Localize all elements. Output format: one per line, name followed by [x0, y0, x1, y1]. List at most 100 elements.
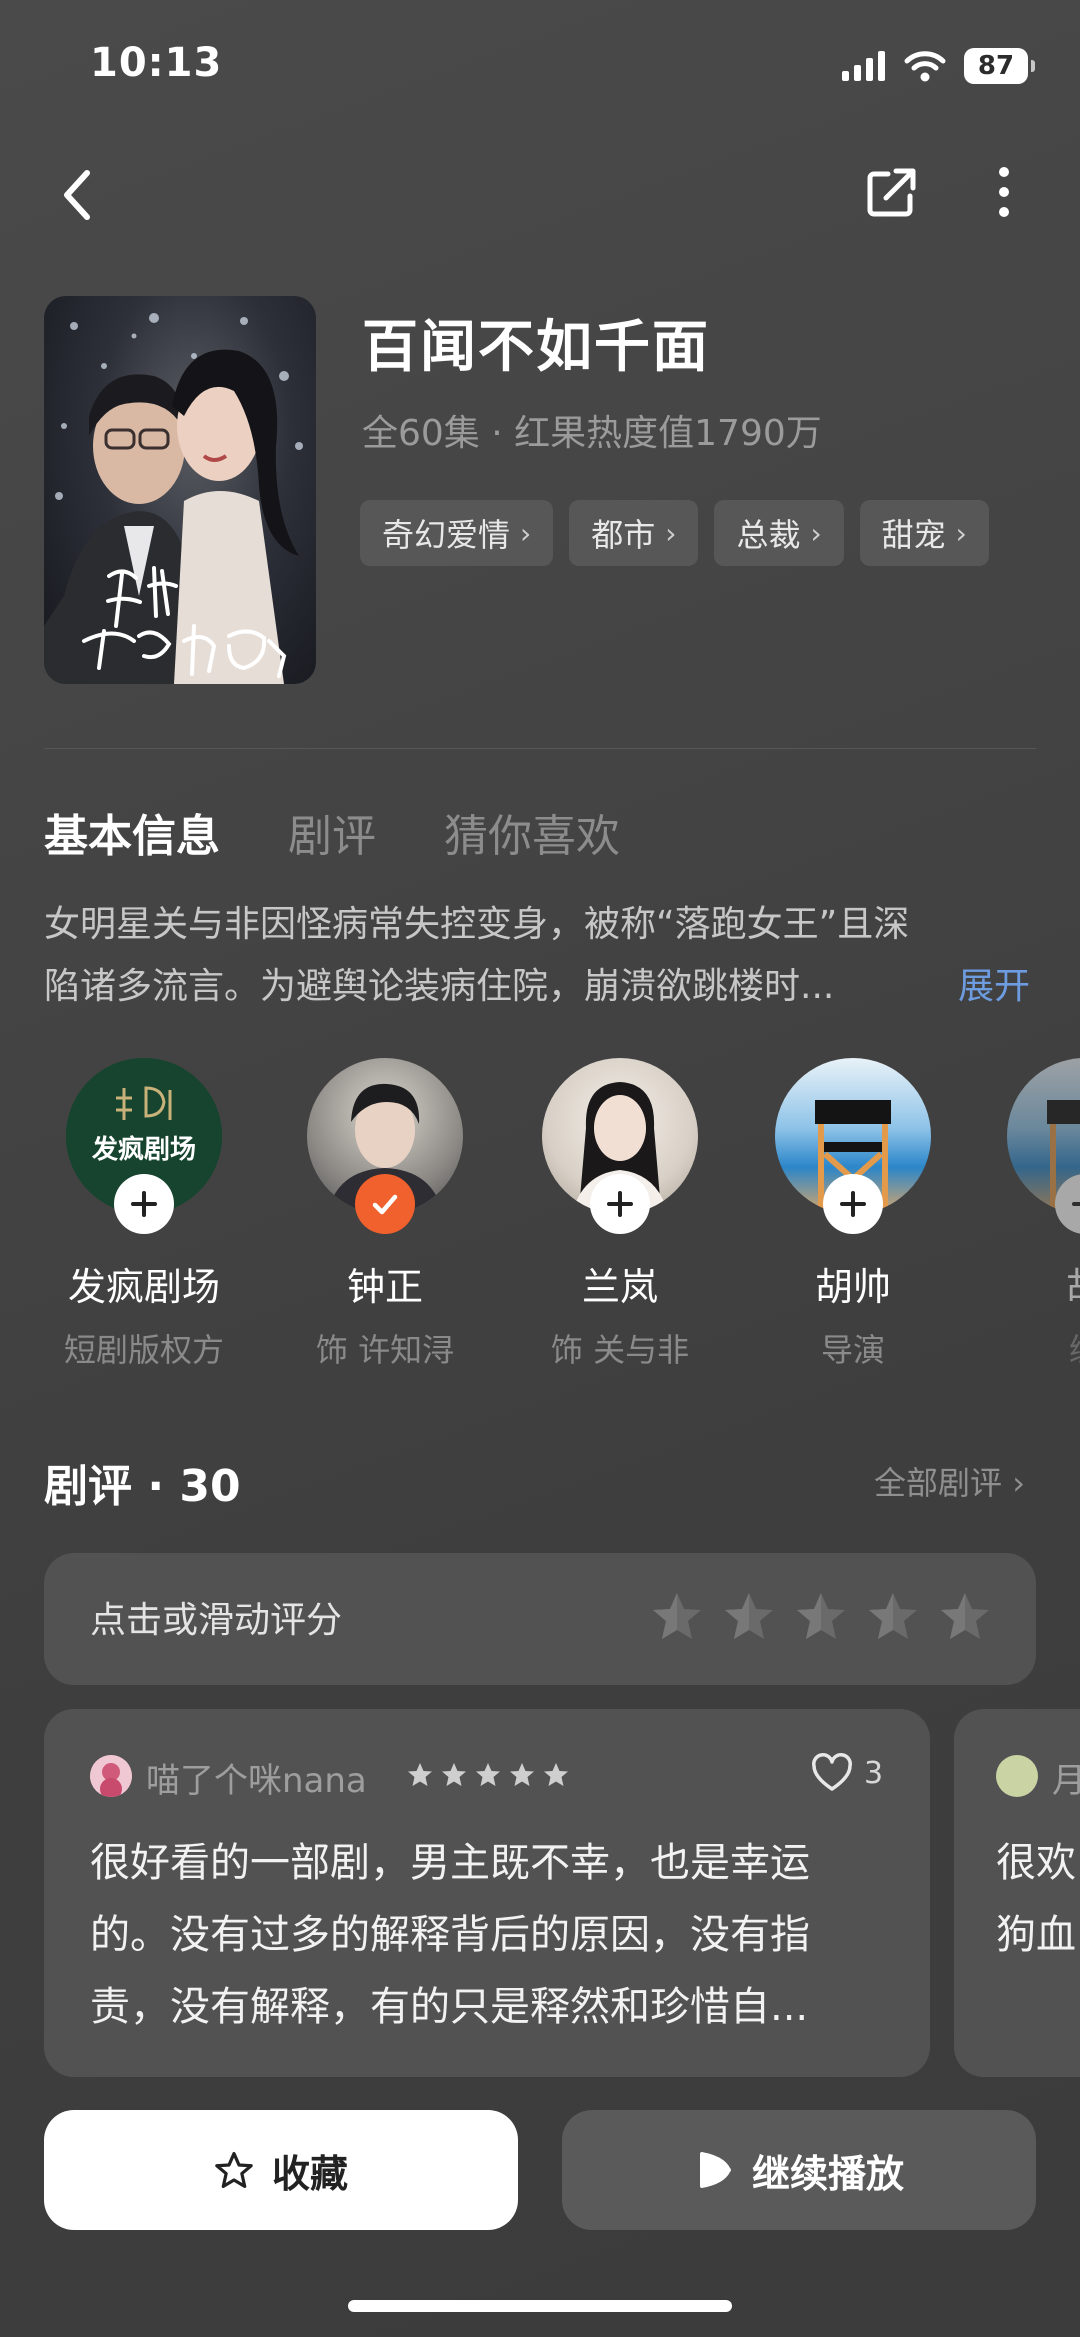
review-text: 很欢 狗血: [996, 1827, 1076, 1971]
section-divider: [44, 748, 1036, 749]
person-role: 短剧版权方: [63, 1331, 224, 1369]
review-line: 的。没有过多的解释背后的原因，没有指: [90, 1912, 810, 1958]
home-indicator: [348, 2300, 732, 2312]
plus-icon: [1072, 1202, 1080, 1206]
share-icon[interactable]: [864, 164, 920, 220]
chevron-right-icon: ›: [1012, 1464, 1025, 1502]
tab-basic-info[interactable]: 基本信息: [44, 800, 220, 864]
rating-stars[interactable]: [649, 1589, 993, 1645]
tab-recommendations[interactable]: 猜你喜欢: [444, 800, 620, 864]
play-label: 继续播放: [751, 2151, 904, 2196]
rating-input-box[interactable]: 点击或滑动评分: [44, 1553, 1036, 1685]
tag-sweet[interactable]: 甜宠 ›: [859, 500, 989, 566]
episode-heat-info: 全60集 · 红果热度值1790万: [362, 413, 822, 454]
star-icon[interactable]: [793, 1589, 849, 1645]
check-icon: [372, 1194, 398, 1215]
cast-item-actor-2[interactable]: 兰岚 饰 关与非: [510, 1058, 730, 1371]
review-line: 狗血: [996, 1912, 1076, 1958]
back-arrow-icon[interactable]: [55, 165, 105, 225]
plus-icon: [840, 1191, 866, 1217]
follow-button[interactable]: [823, 1174, 883, 1234]
chevron-right-icon: ›: [520, 516, 532, 550]
person-role: 饰 许知浔: [315, 1331, 455, 1369]
tag-fantasy-romance[interactable]: 奇幻爱情 ›: [360, 500, 554, 566]
synopsis-line: 女明星关与非因怪病常失控变身，被称“落跑女王”且深: [44, 904, 910, 945]
tag-urban[interactable]: 都市 ›: [569, 500, 699, 566]
avatar: [1007, 1058, 1080, 1234]
person-name: 胡: [975, 1256, 1080, 1311]
drama-detail-page: 10:13 87 百闻不如千面 全60集 · 红果热度值1790万 奇幻爱情 ›…: [0, 0, 1080, 2337]
cast-item-producer[interactable]: 发疯剧场 发疯剧场 短剧版权方: [34, 1058, 254, 1371]
studio-logo-text: 发疯剧场: [91, 1134, 196, 1165]
genre-tags: 奇幻爱情 › 都市 › 总裁 › 甜宠 ›: [360, 500, 989, 566]
star-icon: [442, 1763, 466, 1786]
reviewer-name: 月: [1052, 1761, 1080, 1801]
review-line: 很欢: [996, 1840, 1076, 1886]
continue-play-button[interactable]: 继续播放: [562, 2110, 1036, 2230]
person-role: 编: [975, 1325, 1080, 1371]
star-icon: [408, 1763, 432, 1786]
cast-item-director[interactable]: 胡帅 导演: [743, 1058, 963, 1371]
signal-icon: [842, 51, 885, 81]
person-role: 饰 关与非: [550, 1331, 690, 1369]
like-count: 3: [864, 1755, 884, 1791]
all-reviews-link[interactable]: 全部剧评 ›: [874, 1458, 1025, 1504]
favorite-button[interactable]: 收藏: [44, 2110, 518, 2230]
star-icon[interactable]: [937, 1589, 993, 1645]
chevron-right-icon: ›: [810, 516, 822, 550]
followed-button[interactable]: [355, 1174, 415, 1234]
follow-button[interactable]: [590, 1174, 650, 1234]
drama-title: 百闻不如千面: [362, 315, 710, 380]
person-name: 发疯剧场: [67, 1265, 220, 1309]
expand-synopsis-link[interactable]: 展开: [958, 956, 1030, 1018]
star-outline-icon: [215, 2151, 253, 2189]
cast-item-actor-1[interactable]: 钟正 饰 许知浔: [275, 1058, 495, 1371]
avatar: [307, 1058, 463, 1234]
person-name: 胡帅: [814, 1265, 891, 1309]
tag-ceo[interactable]: 总裁 ›: [714, 500, 844, 566]
like-button[interactable]: 3: [810, 1753, 883, 1793]
battery-level: 87: [977, 51, 1015, 81]
person-name: 钟正: [346, 1265, 423, 1309]
chevron-right-icon: ›: [955, 516, 967, 550]
plus-icon: [607, 1191, 633, 1217]
drama-poster[interactable]: [44, 296, 316, 684]
avatar: 发疯剧场: [66, 1058, 222, 1234]
avatar: [542, 1058, 698, 1234]
cast-item-writer[interactable]: 胡 编: [975, 1058, 1080, 1371]
review-text: 很好看的一部剧，男主既不幸，也是幸运 的。没有过多的解释背后的原因，没有指 责，…: [90, 1827, 890, 2043]
reviews-section-title: 剧评 · 30: [44, 1461, 241, 1512]
star-icon[interactable]: [649, 1589, 705, 1645]
person-name: 兰岚: [581, 1265, 658, 1309]
star-icon[interactable]: [865, 1589, 921, 1645]
person-role: 导演: [820, 1331, 885, 1369]
detail-tabs: 基本信息 剧评 猜你喜欢: [44, 800, 620, 864]
play-icon: [699, 2152, 731, 2188]
star-icon[interactable]: [721, 1589, 777, 1645]
synopsis-line: 陷诸多流言。为避舆论装病住院，崩溃欲跳楼时...: [44, 966, 835, 1007]
rating-prompt: 点击或滑动评分: [90, 1600, 343, 1641]
status-time: 10:13: [90, 40, 223, 86]
avatar: [775, 1058, 931, 1234]
synopsis: 女明星关与非因怪病常失控变身，被称“落跑女王”且深 陷诸多流言。为避舆论装病住院…: [44, 894, 1034, 1018]
star-icon: [510, 1763, 534, 1786]
review-line: 很好看的一部剧，男主既不幸，也是幸运: [90, 1840, 810, 1886]
tab-reviews[interactable]: 剧评: [288, 800, 376, 864]
star-icon: [476, 1763, 500, 1786]
heart-icon: [812, 1753, 852, 1791]
poster-artwork: [44, 313, 303, 684]
follow-button[interactable]: [114, 1174, 174, 1234]
review-card[interactable]: 喵了个咪nana 3 很好看的一部剧，男主既不幸，也是幸运 的。没有过多的解释背…: [44, 1709, 930, 2077]
chevron-right-icon: ›: [665, 516, 677, 550]
status-icons: 87: [842, 48, 1035, 84]
plus-icon: [131, 1191, 157, 1217]
reviewer-name: 喵了个咪nana: [146, 1761, 367, 1801]
wifi-icon: [904, 51, 946, 82]
review-line: 责，没有解释，有的只是释然和珍惜自...: [90, 1984, 809, 2030]
avatar: [90, 1755, 132, 1797]
avatar: [996, 1755, 1038, 1797]
review-card[interactable]: 月 很欢 狗血: [954, 1709, 1080, 2077]
battery-icon: 87: [964, 48, 1035, 84]
more-options-icon[interactable]: [986, 164, 1022, 220]
star-icon: [544, 1763, 568, 1786]
